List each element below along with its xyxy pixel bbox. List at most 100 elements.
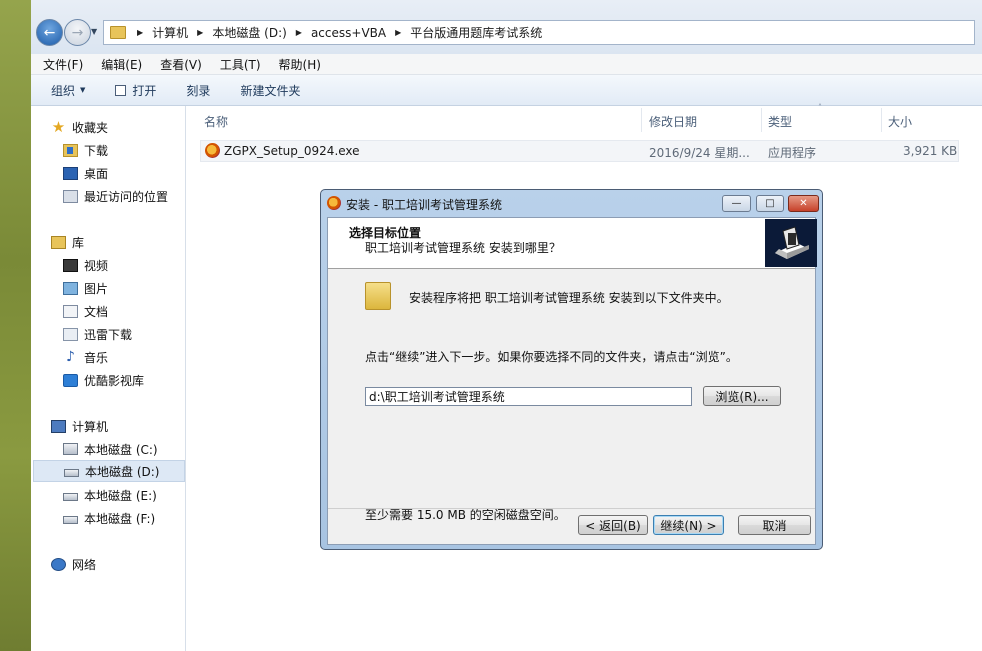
back-button[interactable]: ← (36, 19, 63, 46)
navigation-pane: ★ 收藏夹 下载 桌面 最近访问的位置 库 视频 图片 文档 迅雷下载 ♪ 音乐 优… (31, 106, 186, 651)
dialog-title: 安装 - 职工培训考试管理系统 (346, 198, 502, 212)
xunlei-download-icon (63, 327, 78, 341)
chevron-right-icon[interactable]: ▶ (197, 28, 203, 37)
browse-button[interactable]: 浏览(R)... (703, 386, 781, 406)
open-button[interactable]: 打开 (115, 82, 156, 99)
burn-button[interactable]: 刻录 (186, 82, 210, 99)
sidebar-computer[interactable]: 计算机 (51, 415, 108, 437)
wizard-page-subtitle: 职工培训考试管理系统 安装到哪里？ (365, 241, 561, 255)
column-header-size[interactable]: 大小 (888, 111, 912, 131)
breadcrumb-item[interactable]: access+VBA (311, 26, 386, 40)
documents-icon (63, 304, 78, 318)
sidebar-label: 收藏夹 (72, 120, 109, 135)
breadcrumb-item[interactable]: 本地磁盘 (D:) (212, 24, 286, 41)
drive-icon (63, 492, 78, 501)
minimize-button[interactable]: — (722, 195, 751, 212)
arrow-right-icon: → (71, 24, 84, 41)
sidebar-label: 本地磁盘 (E:) (84, 488, 157, 503)
sidebar-item-xunlei[interactable]: 迅雷下载 (63, 323, 132, 345)
youku-library-icon (63, 373, 78, 387)
sidebar-item-videos[interactable]: 视频 (63, 254, 108, 276)
menu-bar: 文件(F) 编辑(E) 查看(V) 工具(T) 帮助(H) (31, 54, 982, 75)
minimize-icon: — (731, 198, 742, 209)
new-folder-button[interactable]: 新建文件夹 (240, 82, 300, 99)
column-header-date[interactable]: 修改日期 (649, 111, 697, 131)
file-date: 2016/9/24 星期... (649, 146, 750, 160)
folder-icon (365, 282, 391, 310)
sidebar-item-documents[interactable]: 文档 (63, 300, 108, 322)
cancel-button[interactable]: 取消 (738, 515, 811, 535)
sidebar-label: 计算机 (72, 419, 109, 434)
computer-icon (51, 419, 66, 433)
menu-tools[interactable]: 工具(T) (208, 56, 267, 73)
file-type: 应用程序 (768, 146, 817, 160)
maximize-button[interactable]: □ (756, 195, 784, 212)
music-note-icon: ♪ (66, 348, 75, 365)
column-divider[interactable] (881, 108, 882, 132)
breadcrumb-item[interactable]: 计算机 (152, 24, 188, 41)
star-icon: ★ (51, 117, 66, 136)
drive-icon (63, 515, 78, 524)
sidebar-libraries[interactable]: 库 (51, 231, 84, 253)
sidebar-item-drive-d[interactable]: 本地磁盘 (D:) (33, 460, 185, 482)
sidebar-item-downloads[interactable]: 下载 (63, 139, 108, 161)
sidebar-favorites[interactable]: ★ 收藏夹 (51, 116, 108, 138)
back-button[interactable]: < 返回(B) (578, 515, 648, 535)
dialog-client: 选择目标位置 职工培训考试管理系统 安装到哪里？ 安装程序将把 职工培训考试管理… (327, 217, 817, 545)
command-toolbar: 组织 ▼ 打开 刻录 新建文件夹 (31, 75, 982, 106)
installer-icon (205, 143, 220, 158)
wizard-footer: < 返回(B) 继续(N) > 取消 (328, 508, 815, 545)
desktop-icon (63, 166, 78, 180)
column-divider[interactable] (761, 108, 762, 132)
arrow-left-icon: ← (43, 24, 56, 41)
desktop-background (0, 0, 31, 651)
breadcrumb-item[interactable]: 平台版通用题库考试系统 (410, 24, 542, 41)
column-divider[interactable] (641, 108, 642, 132)
video-icon (63, 258, 78, 272)
breadcrumb[interactable]: ▶ 计算机 ▶ 本地磁盘 (D:) ▶ access+VBA ▶ 平台版通用题库… (103, 20, 975, 45)
column-header-type[interactable]: 类型 (768, 111, 792, 131)
sidebar-label: 迅雷下载 (84, 327, 133, 342)
next-button[interactable]: 继续(N) > (653, 515, 724, 535)
recent-pages-dropdown-icon[interactable]: ▼ (91, 27, 97, 36)
dialog-titlebar[interactable]: 安装 - 职工培训考试管理系统 — □ ✕ (321, 190, 822, 216)
sidebar-label: 视频 (84, 258, 109, 273)
drive-icon (64, 468, 79, 477)
menu-file[interactable]: 文件(F) (31, 56, 89, 73)
sidebar-item-drive-c[interactable]: 本地磁盘 (C:) (63, 438, 158, 460)
open-label: 打开 (132, 83, 157, 98)
wizard-header: 选择目标位置 职工培训考试管理系统 安装到哪里？ (328, 218, 817, 269)
close-icon: ✕ (799, 198, 808, 209)
organize-button[interactable]: 组织 ▼ (51, 82, 85, 99)
caret-down-icon: ▼ (80, 86, 86, 94)
close-button[interactable]: ✕ (788, 195, 819, 212)
sidebar-label: 文档 (84, 304, 109, 319)
sidebar-network[interactable]: 网络 (51, 553, 96, 575)
sidebar-label: 桌面 (84, 166, 109, 181)
sidebar-label: 本地磁盘 (D:) (85, 464, 160, 479)
file-row[interactable]: ZGPX_Setup_0924.exe 2016/9/24 星期... 应用程序… (200, 140, 959, 162)
menu-view[interactable]: 查看(V) (148, 56, 208, 73)
sidebar-item-drive-e[interactable]: 本地磁盘 (E:) (63, 484, 157, 506)
sidebar-item-drive-f[interactable]: 本地磁盘 (F:) (63, 507, 155, 529)
file-size: 3,921 KB (903, 144, 958, 158)
sidebar-label: 优酷影视库 (84, 373, 145, 388)
column-header-name[interactable]: 名称 (204, 111, 228, 131)
chevron-right-icon[interactable]: ▶ (395, 28, 401, 37)
sidebar-item-youku[interactable]: 优酷影视库 (63, 369, 144, 391)
sidebar-item-desktop[interactable]: 桌面 (63, 162, 108, 184)
sidebar-item-music[interactable]: ♪ 音乐 (63, 346, 108, 368)
sidebar-item-pictures[interactable]: 图片 (63, 277, 108, 299)
file-name: ZGPX_Setup_0924.exe (224, 144, 360, 158)
menu-edit[interactable]: 编辑(E) (89, 56, 148, 73)
sidebar-item-recent[interactable]: 最近访问的位置 (63, 185, 168, 207)
forward-button[interactable]: → (64, 19, 91, 46)
network-icon (51, 557, 66, 571)
sidebar-label: 库 (72, 235, 85, 250)
chevron-right-icon[interactable]: ▶ (137, 28, 143, 37)
maximize-icon: □ (765, 198, 775, 209)
menu-help[interactable]: 帮助(H) (267, 56, 327, 73)
organize-label: 组织 (51, 83, 76, 98)
install-path-input[interactable] (365, 387, 692, 406)
chevron-right-icon[interactable]: ▶ (296, 28, 302, 37)
